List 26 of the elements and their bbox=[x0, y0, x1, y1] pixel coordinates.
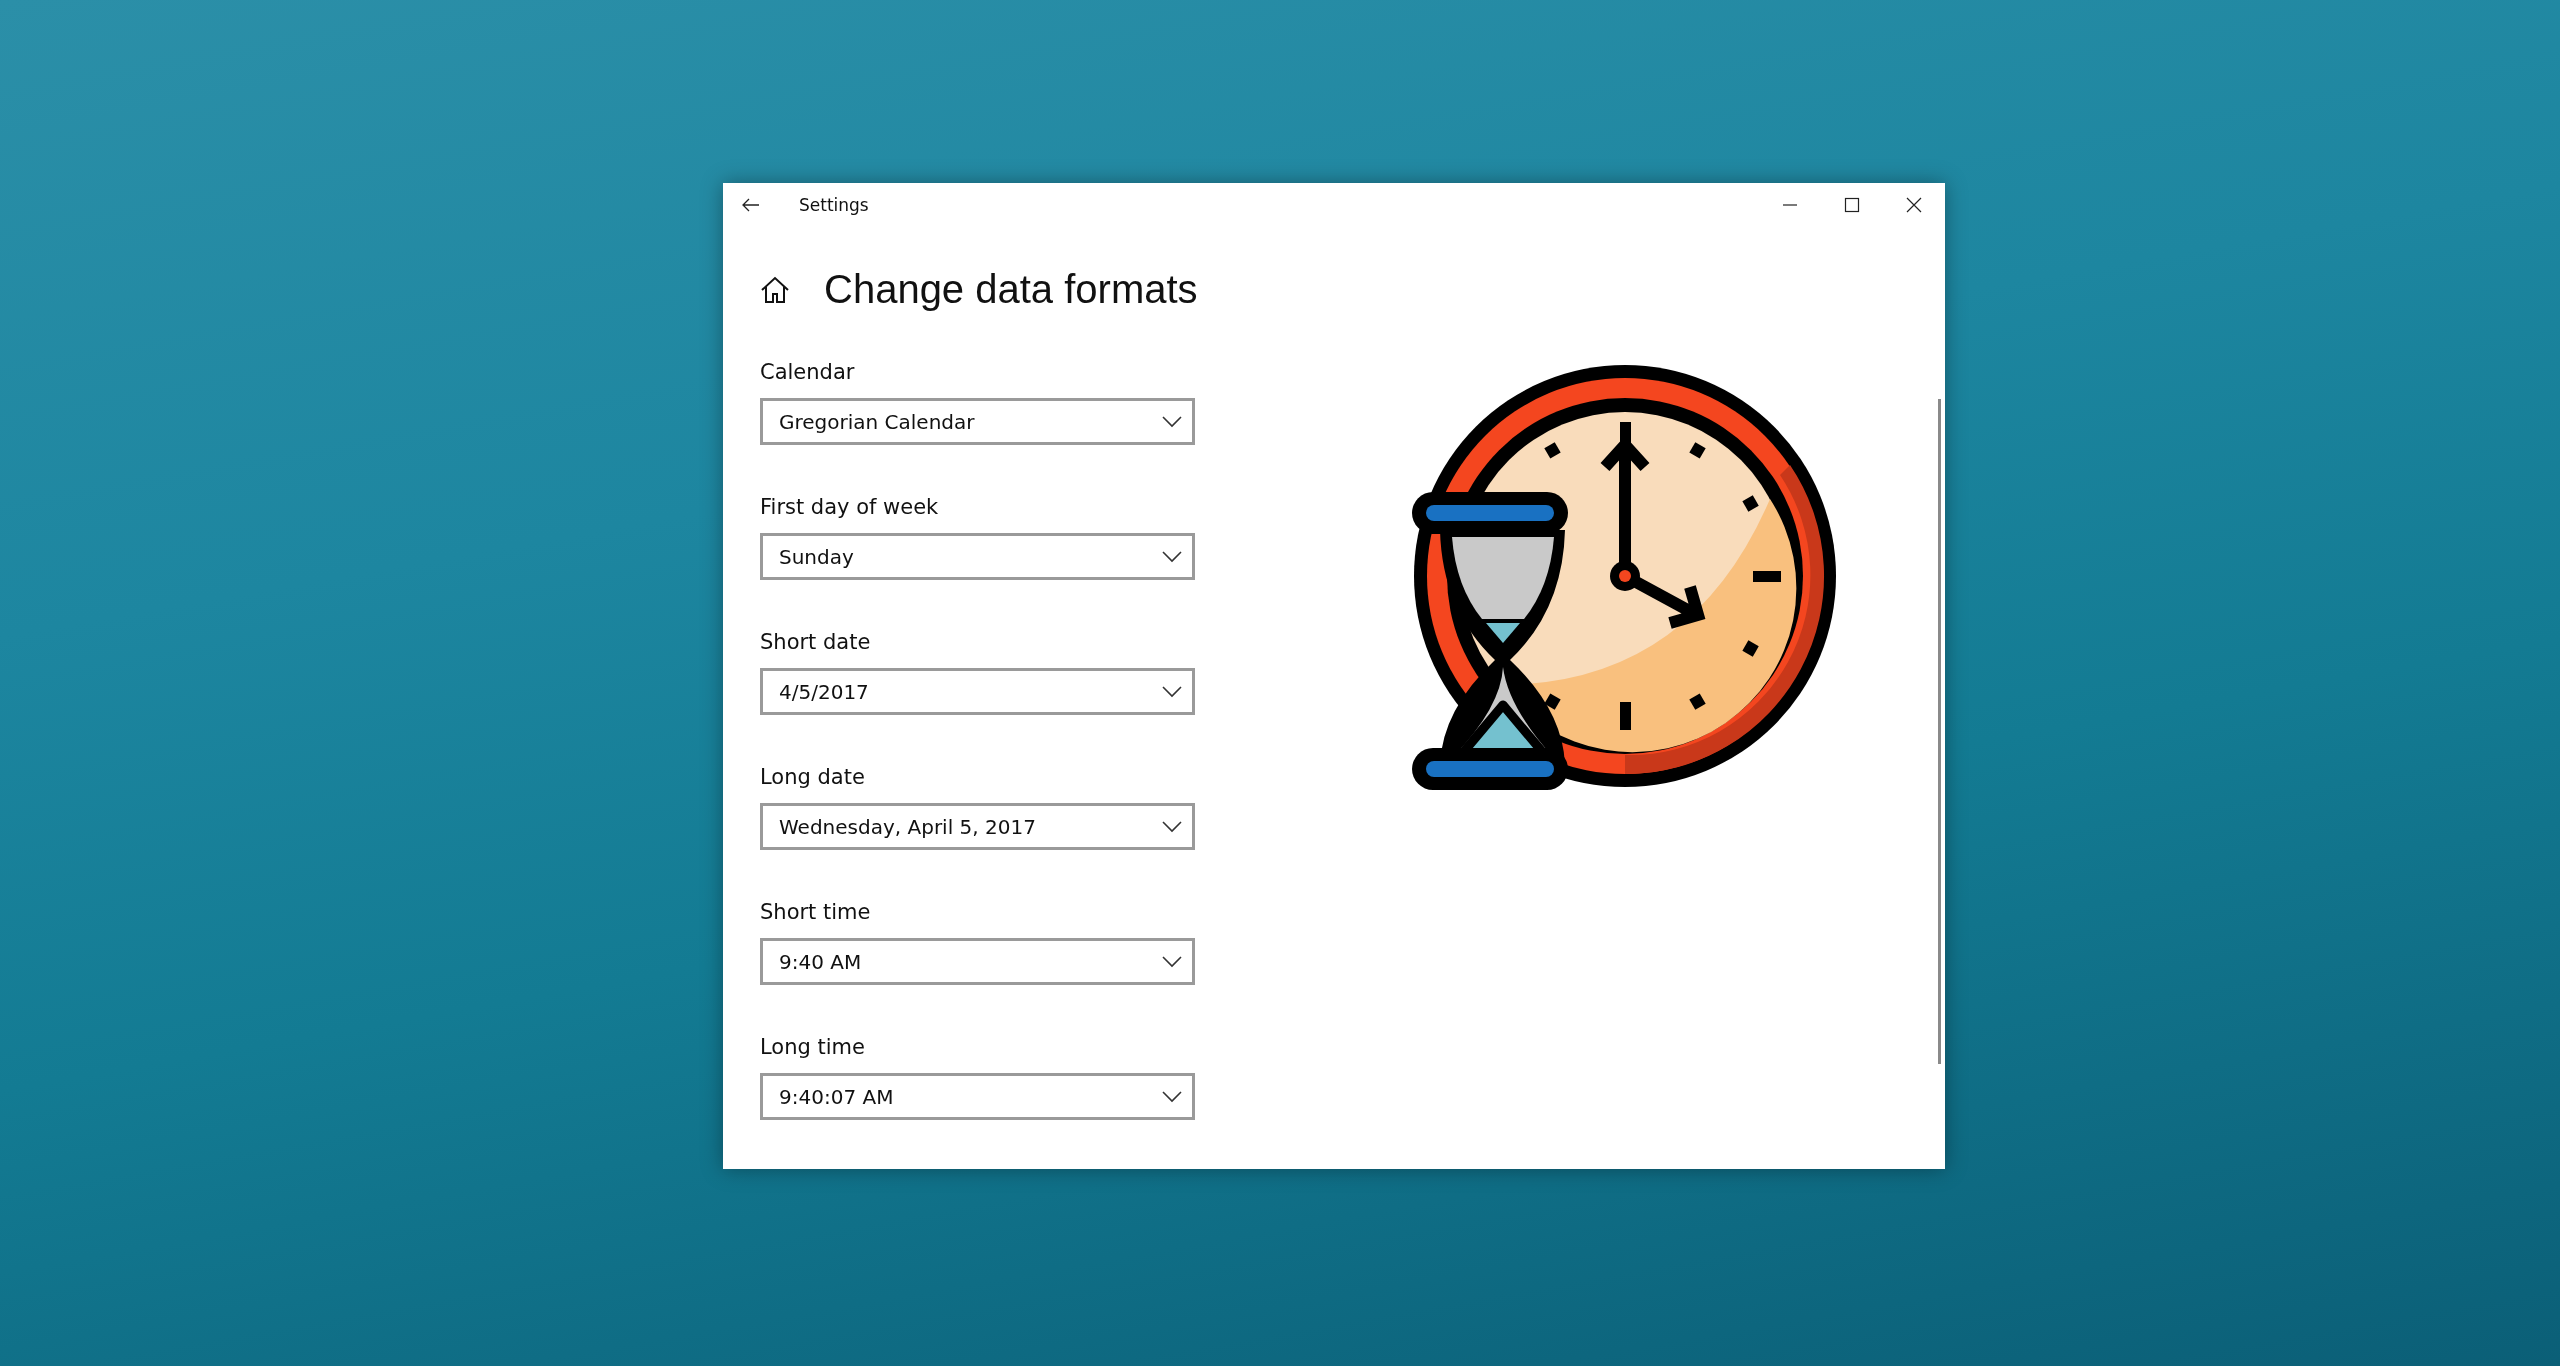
field-label: Long time bbox=[760, 1035, 866, 1059]
back-arrow-icon bbox=[742, 198, 760, 212]
chevron-down-icon bbox=[1162, 685, 1182, 698]
chevron-down-icon bbox=[1162, 550, 1182, 563]
field-label: Short time bbox=[760, 900, 872, 924]
minimize-icon bbox=[1782, 204, 1798, 206]
field-label: Short date bbox=[760, 630, 872, 654]
dropdown[interactable]: 4/5/2017 bbox=[760, 668, 1195, 715]
close-icon bbox=[1906, 197, 1922, 213]
chevron-down-icon bbox=[1162, 1090, 1182, 1103]
chevron-down-icon bbox=[1162, 820, 1182, 833]
page-title: Change data formats bbox=[824, 267, 1198, 312]
dropdown[interactable]: 9:40:07 AM bbox=[760, 1073, 1195, 1120]
dropdown[interactable]: Wednesday, April 5, 2017 bbox=[760, 803, 1195, 850]
window-title: Settings bbox=[799, 195, 869, 215]
chevron-down-icon bbox=[1162, 955, 1182, 968]
field-label: First day of week bbox=[760, 495, 940, 519]
field-label: Long date bbox=[760, 765, 866, 789]
dropdown[interactable]: Sunday bbox=[760, 533, 1195, 580]
scrollbar[interactable] bbox=[1938, 399, 1941, 1064]
field-label: Calendar bbox=[760, 360, 856, 384]
dropdown[interactable]: 9:40 AM bbox=[760, 938, 1195, 985]
dropdown[interactable]: Gregorian Calendar bbox=[760, 398, 1195, 445]
maximize-icon bbox=[1844, 197, 1860, 213]
home-icon[interactable] bbox=[760, 274, 790, 305]
chevron-down-icon bbox=[1162, 415, 1182, 428]
